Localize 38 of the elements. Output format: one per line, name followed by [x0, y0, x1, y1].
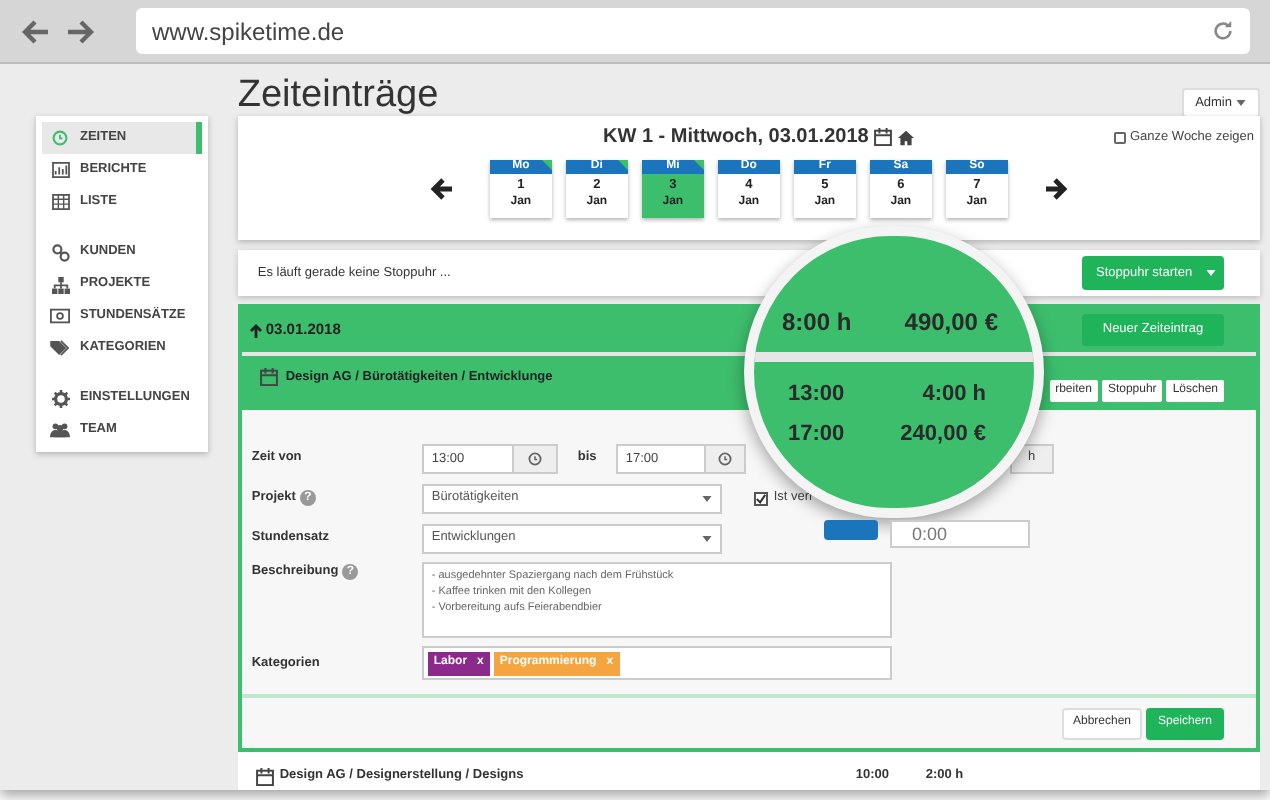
caret-icon [701, 535, 712, 541]
clock-icon [527, 451, 542, 465]
day-total-amount: 490,00 € [904, 306, 998, 340]
timer-field[interactable]: 0:00 [890, 520, 1030, 548]
entry-start-time: 13:00 [788, 380, 845, 410]
entry-duration: 4:00 h [922, 380, 986, 410]
caret-icon [1236, 100, 1246, 106]
week-title: KW 1 - Mittwoch, 03.01.2018 [603, 124, 869, 152]
calendar-icon[interactable] [874, 128, 893, 146]
calendar-icon [255, 767, 274, 785]
clock-icon [52, 130, 68, 146]
caret-icon [701, 495, 712, 501]
calendar-icon [259, 368, 278, 386]
banknote-icon [50, 308, 70, 324]
link-icon [51, 243, 69, 261]
url-text: www.spiketime.de [152, 15, 345, 49]
clock-icon [717, 451, 732, 465]
table-icon [51, 194, 69, 210]
settings-icon [51, 389, 69, 407]
reload-icon[interactable] [1212, 20, 1234, 42]
users-icon [50, 422, 70, 438]
next-arrow-icon[interactable] [1043, 178, 1068, 200]
forward-arrow-icon[interactable] [66, 19, 94, 43]
home-icon[interactable] [898, 129, 915, 145]
entry-amount: 240,00 € [900, 419, 986, 449]
address-bar[interactable]: www.spiketime.de [136, 8, 1250, 54]
checkmark-icon [755, 493, 766, 503]
back-arrow-icon[interactable] [22, 19, 50, 43]
caret-icon [1206, 270, 1216, 276]
page-title: Zeiteinträge [237, 72, 439, 120]
previous-arrow-icon[interactable] [429, 178, 454, 200]
hierarchy-icon [51, 275, 69, 293]
day-total-hours: 8:00 h [782, 306, 852, 340]
entry-end-time: 17:00 [788, 419, 845, 449]
tags-icon [50, 340, 70, 356]
chart-icon [51, 162, 69, 178]
stopwatch-toggle-button[interactable] [824, 520, 878, 540]
up-arrow-icon[interactable] [249, 323, 262, 337]
